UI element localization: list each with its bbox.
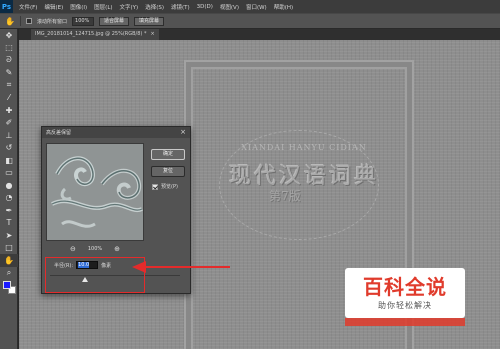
lasso-icon[interactable]: ᘐ xyxy=(0,54,18,67)
zoom-in-icon[interactable]: ⊕ xyxy=(114,245,120,253)
preview-label: 预览(P) xyxy=(161,184,178,190)
menu-image[interactable]: 图像(I) xyxy=(70,3,87,11)
rectangle-icon[interactable]: □ xyxy=(0,242,18,255)
scroll-all-windows-checkbox[interactable] xyxy=(26,18,32,24)
stamp-icon[interactable]: ⊥ xyxy=(0,129,18,142)
menu-bar: Ps 文件(F) 编辑(E) 图像(I) 图层(L) 文字(Y) 选择(S) 滤… xyxy=(0,0,500,13)
blur-icon[interactable]: ● xyxy=(0,179,18,192)
gradient-icon[interactable]: ▭ xyxy=(0,167,18,180)
healing-icon[interactable]: ✚ xyxy=(0,104,18,117)
dodge-icon[interactable]: ◔ xyxy=(0,192,18,205)
zoom-out-icon[interactable]: ⊖ xyxy=(70,245,76,253)
menu-type[interactable]: 文字(Y) xyxy=(120,3,139,11)
menu-file[interactable]: 文件(F) xyxy=(19,3,37,11)
cover-edition: 第7版 xyxy=(269,189,301,203)
menu-layer[interactable]: 图层(L) xyxy=(94,3,112,11)
brush-icon[interactable]: ✐ xyxy=(0,117,18,130)
watermark-title: 百科全说 xyxy=(363,274,447,299)
crop-icon[interactable]: ⌗ xyxy=(0,79,18,92)
cover-pinyin: XIANDAI HANYU CIDIAN xyxy=(241,143,367,152)
close-icon[interactable]: × xyxy=(180,129,186,136)
ok-button[interactable]: 确定 xyxy=(151,149,185,160)
eyedropper-icon[interactable]: ⁄ xyxy=(0,92,18,105)
photoshop-window: Ps 文件(F) 编辑(E) 图像(I) 图层(L) 文字(Y) 选择(S) 滤… xyxy=(0,0,500,349)
fill-screen-button[interactable]: 填充屏幕 xyxy=(134,16,165,26)
pen-icon[interactable]: ✒ xyxy=(0,204,18,217)
preview-zoom-level: 100% xyxy=(87,246,103,252)
history-brush-icon[interactable]: ↺ xyxy=(0,142,18,155)
zoom-icon[interactable]: ⌕ xyxy=(0,267,18,280)
filter-preview[interactable] xyxy=(46,143,144,241)
zoom-percent-field[interactable]: 100% xyxy=(72,16,95,26)
reset-button[interactable]: 复位 xyxy=(151,166,185,177)
annotation-arrow-icon xyxy=(132,261,230,273)
eraser-icon[interactable]: ◧ xyxy=(0,154,18,167)
watermark-subtitle: 助你轻松解决 xyxy=(378,300,432,310)
preview-checkbox[interactable] xyxy=(152,183,158,190)
path-select-icon[interactable]: ➤ xyxy=(0,229,18,242)
marquee-icon[interactable]: ⬚ xyxy=(0,42,18,55)
menu-view[interactable]: 视图(V) xyxy=(220,3,239,11)
fit-screen-button[interactable]: 适合屏幕 xyxy=(99,16,130,26)
quick-select-icon[interactable]: ✎ xyxy=(0,67,18,80)
app-logo: Ps xyxy=(0,0,13,13)
menu-select[interactable]: 选择(S) xyxy=(145,3,164,11)
menu-edit[interactable]: 编辑(E) xyxy=(44,3,63,11)
move-icon[interactable]: ✥ xyxy=(0,29,18,42)
preview-ornament xyxy=(47,144,143,240)
document-tab-title: IMG_20181014_124715.jpg @ 25%(RGB/8) * xyxy=(35,31,147,37)
foreground-color-swatch[interactable] xyxy=(3,281,11,289)
menu-3d[interactable]: 3D(D) xyxy=(197,4,213,10)
type-icon[interactable]: T xyxy=(0,217,18,230)
watermark-band xyxy=(345,318,465,326)
watermark-badge: 百科全说 助你轻松解决 xyxy=(345,268,465,318)
color-swatches xyxy=(0,279,17,305)
preview-zoom-controls: ⊖ 100% ⊕ xyxy=(46,245,144,253)
preview-option: 预览(P) xyxy=(152,183,178,190)
document-tab-bar: IMG_20181014_124715.jpg @ 25%(RGB/8) * × xyxy=(19,29,500,40)
hand-icon[interactable]: ✋ xyxy=(0,254,18,267)
tools-panel: ✥ ⬚ ᘐ ✎ ⌗ ⁄ ✚ ✐ ⊥ ↺ ◧ ▭ ● ◔ ✒ T ➤ □ ✋ ⌕ xyxy=(0,29,18,349)
dialog-titlebar[interactable]: 高反差保留 × xyxy=(42,127,190,138)
dialog-title: 高反差保留 xyxy=(46,130,72,136)
options-separator xyxy=(20,16,21,26)
menu-window[interactable]: 窗口(W) xyxy=(246,3,267,11)
scroll-all-windows-label: 滚动所有窗口 xyxy=(37,18,68,25)
menu-help[interactable]: 帮助(H) xyxy=(274,3,293,11)
hand-tool-preset-icon[interactable]: ✋ xyxy=(5,16,15,26)
options-bar: ✋ 滚动所有窗口 100% 适合屏幕 填充屏幕 xyxy=(0,13,500,29)
close-icon[interactable]: × xyxy=(150,29,154,40)
menu-filter[interactable]: 滤镜(T) xyxy=(171,3,190,11)
cover-title: 现代汉语词典 xyxy=(228,164,379,189)
document-tab[interactable]: IMG_20181014_124715.jpg @ 25%(RGB/8) * × xyxy=(31,29,159,40)
